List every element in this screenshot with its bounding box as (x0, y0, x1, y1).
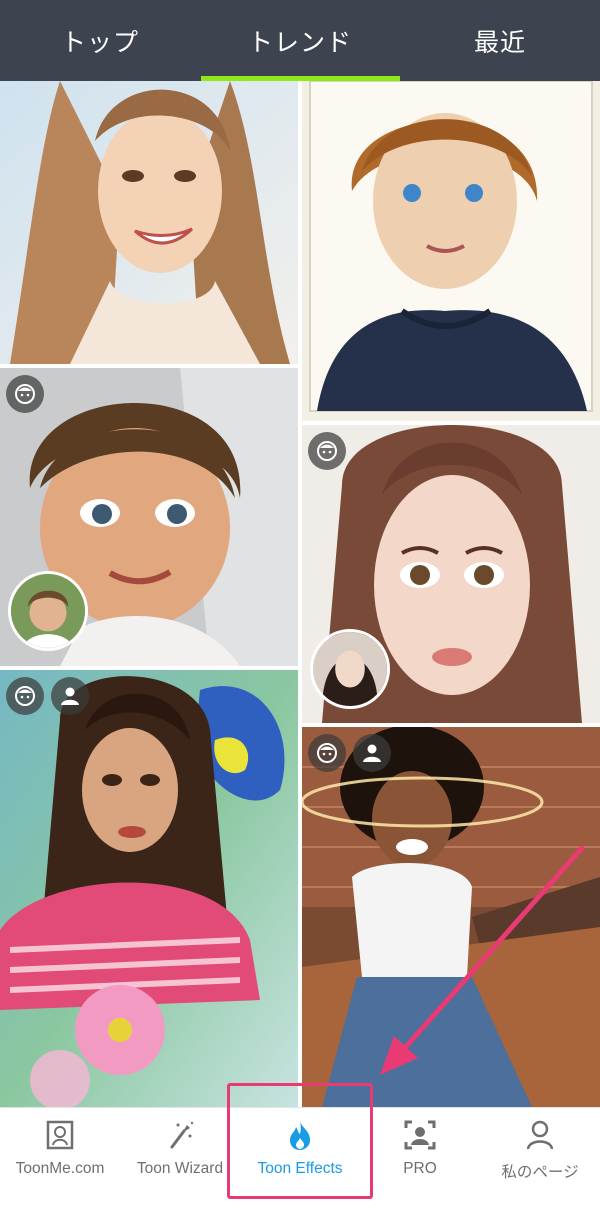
effect-tile-sketch-boy[interactable] (302, 81, 600, 421)
tab-top[interactable]: トップ (0, 0, 200, 81)
nav-my-page-label: 私のページ (501, 1164, 579, 1181)
effect-tile-painted-woman[interactable] (0, 670, 298, 1107)
magic-wand-icon (163, 1118, 197, 1152)
pro-face-frame-icon (403, 1118, 437, 1152)
nav-toon-wizard[interactable]: Toon Wizard (120, 1108, 240, 1215)
nav-toonme-label: ToonMe.com (15, 1160, 105, 1177)
bottom-navigation: ToonMe.com Toon Wizard Toon Effects PRO … (0, 1107, 600, 1215)
effect-tile-sketch-girl[interactable] (0, 81, 298, 364)
nav-pro-label: PRO (403, 1160, 437, 1177)
tab-recent[interactable]: 最近 (400, 0, 600, 81)
nav-pro[interactable]: PRO (360, 1108, 480, 1215)
nav-toon-wizard-label: Toon Wizard (136, 1160, 224, 1177)
original-photo-inset (310, 629, 390, 709)
nav-toonme[interactable]: ToonMe.com (0, 1108, 120, 1215)
face-badge-icon[interactable] (308, 734, 346, 772)
effects-grid (0, 81, 600, 1107)
nav-my-page[interactable]: 私のページ (480, 1108, 600, 1215)
painted-woman-image (0, 670, 298, 1107)
face-badge-icon[interactable] (6, 677, 44, 715)
effect-tile-cartoon-girl[interactable] (0, 368, 298, 666)
portrait-frame-icon (43, 1118, 77, 1152)
person-badge-icon[interactable] (51, 677, 89, 715)
nav-toon-effects[interactable]: Toon Effects (240, 1108, 360, 1215)
face-badge-icon[interactable] (308, 432, 346, 470)
flame-icon (283, 1118, 317, 1152)
nav-toon-effects-label: Toon Effects (257, 1160, 343, 1177)
original-photo-inset (8, 571, 88, 651)
top-tab-bar: トップ トレンド 最近 (0, 0, 600, 81)
sketch-boy-image (302, 81, 600, 421)
halo-woman-image (302, 727, 600, 1107)
tab-trend[interactable]: トレンド (200, 0, 400, 81)
effect-tile-halo-woman[interactable] (302, 727, 600, 1107)
effect-tile-cartoon-woman[interactable] (302, 425, 600, 723)
sketch-girl-image (0, 81, 298, 364)
user-icon (523, 1118, 557, 1152)
face-badge-icon[interactable] (6, 375, 44, 413)
person-badge-icon[interactable] (353, 734, 391, 772)
